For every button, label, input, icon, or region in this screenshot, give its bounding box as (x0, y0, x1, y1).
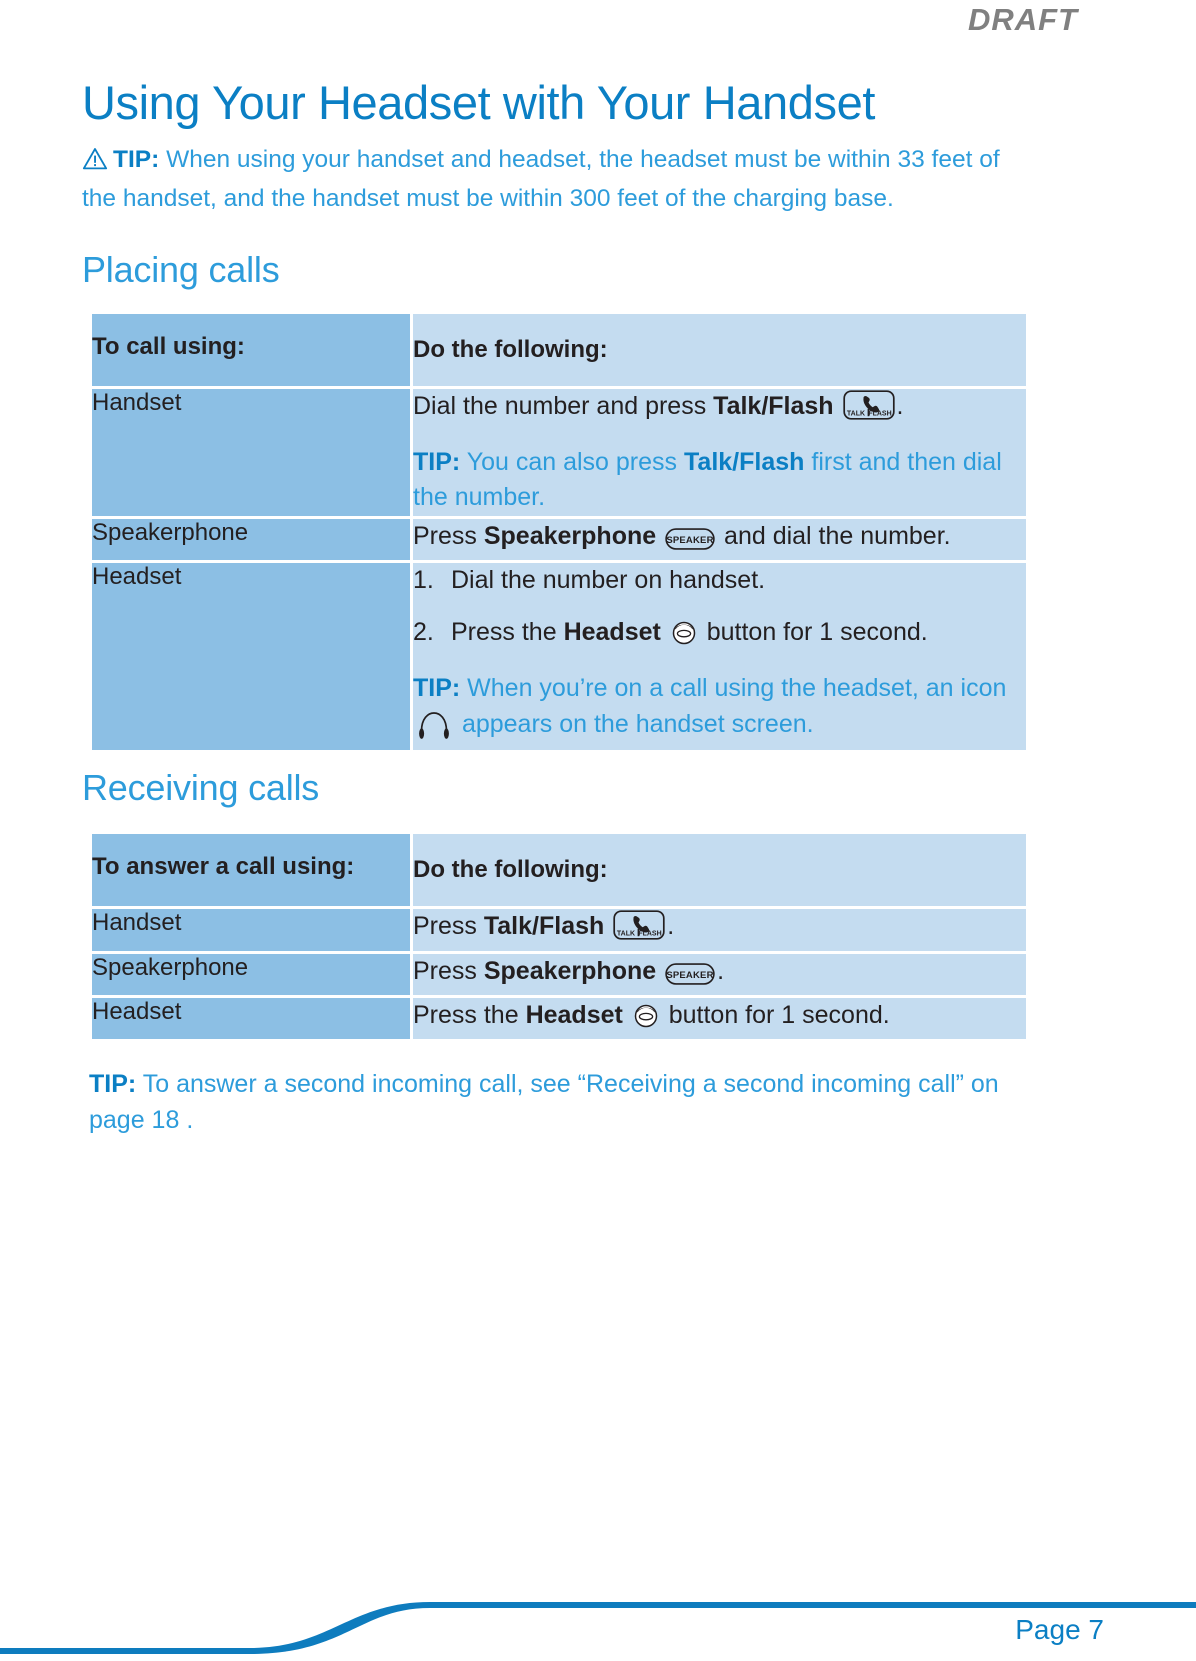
text-fragment: Dial the number and press (413, 392, 714, 421)
svg-text:SPEAKER: SPEAKER (666, 970, 713, 981)
headset-label: Headset (525, 1001, 623, 1030)
talk-flash-label: Talk/Flash (483, 912, 605, 941)
intro-tip: TIP: When using your handset and headset… (82, 143, 1027, 217)
speaker-key-icon: SPEAKER (665, 960, 715, 996)
draft-watermark: DRAFT (967, 2, 1078, 37)
headset-button-icon (671, 620, 697, 656)
text-fragment: Press (413, 521, 484, 550)
instruction-line: Press Talk/Flash TALK FLASH . (413, 909, 1026, 951)
talk-flash-key-icon: TALK FLASH (613, 910, 665, 951)
row-label-speakerphone: Speakerphone (92, 953, 410, 996)
numbered-steps: 1. Dial the number on handset. 2. Press … (413, 563, 1026, 655)
intro-tip-label: TIP: (113, 145, 160, 173)
tip-label: TIP: (413, 447, 461, 476)
text-fragment: Press (413, 912, 484, 941)
bottom-tip: TIP: To answer a second incoming call, s… (89, 1066, 1009, 1139)
text-fragment: Press the (451, 617, 564, 646)
table-header-row: To answer a call using: Do the following… (92, 834, 1026, 907)
step-number: 1. (413, 566, 434, 595)
table-row: Handset Press Talk/Flash TALK FLASH . (92, 909, 1026, 951)
text-fragment: button for 1 second. (661, 1001, 890, 1030)
row-instructions-handset: Dial the number and press Talk/Flash TAL… (413, 389, 1026, 516)
text-fragment: Press (413, 956, 484, 985)
table-row: Handset Dial the number and press Talk/F… (92, 389, 1026, 516)
row-label-headset: Headset (92, 563, 410, 751)
column-header-do-the-following: Do the following: (413, 314, 1026, 387)
text-fragment: . (667, 912, 675, 941)
page-title: Using Your Headset with Your Handset (82, 76, 875, 129)
section-heading-placing-calls: Placing calls (82, 249, 280, 291)
talk-flash-key-icon: TALK FLASH (842, 390, 895, 431)
svg-text:FLASH: FLASH (868, 411, 891, 418)
column-header-to-call-using: To call using: (92, 314, 410, 387)
text-fragment: button for 1 second. (699, 617, 928, 646)
row-label-speakerphone: Speakerphone (92, 518, 410, 561)
text-fragment: You can also press (460, 447, 684, 476)
page-number: Page 7 (1015, 1614, 1104, 1645)
row-instructions-headset: Press the Headset button for 1 second. (413, 998, 1026, 1039)
receiving-calls-table: To answer a call using: Do the following… (89, 831, 1029, 1042)
page-content: Using Your Headset with Your Handset TIP… (82, 76, 1029, 1139)
column-header-to-answer-a-call-using: To answer a call using: (92, 834, 410, 907)
headphone-icon (417, 710, 451, 751)
intro-tip-text: When using your handset and headset, the… (82, 145, 1000, 212)
row-label-headset: Headset (92, 998, 410, 1039)
section-heading-receiving-calls: Receiving calls (82, 767, 320, 809)
text-fragment: When you’re on a call using the headset,… (460, 674, 1007, 703)
headset-button-icon (633, 1003, 659, 1039)
table-row: Speakerphone Press Speakerphone SPEAKER … (92, 518, 1026, 561)
step-number: 2. (413, 617, 434, 646)
text-fragment: Press the (413, 1001, 526, 1030)
svg-text:TALK: TALK (846, 411, 864, 418)
instruction-line: Press the Headset button for 1 second. (413, 998, 1026, 1039)
page-footer: Page 7 (0, 1540, 1196, 1656)
row-label-handset: Handset (92, 909, 410, 951)
instruction-line: Dial the number and press Talk/Flash TAL… (413, 389, 1026, 431)
row-instructions-headset: 1. Dial the number on handset. 2. Press … (413, 563, 1026, 751)
tip-label: TIP: (413, 674, 461, 703)
step-item: 1. Dial the number on handset. (413, 563, 1026, 599)
row-label-handset: Handset (92, 389, 410, 516)
instruction-line: Press Speakerphone SPEAKER and dial the … (413, 519, 1026, 561)
table-row: Headset Press the Headset button for 1 s… (92, 998, 1026, 1039)
instruction-tip: TIP: You can also press Talk/Flash first… (413, 445, 1026, 516)
svg-text:FLASH: FLASH (639, 931, 662, 938)
step-item: 2. Press the Headset button for 1 second… (413, 615, 1026, 656)
instruction-line: Press Speakerphone SPEAKER . (413, 954, 1026, 996)
column-header-do-the-following: Do the following: (413, 834, 1026, 907)
bottom-tip-text: To answer a second incoming call, see “R… (89, 1069, 999, 1135)
instruction-tip: TIP: When you’re on a call using the hea… (413, 671, 1026, 750)
talk-flash-label: Talk/Flash (684, 447, 805, 476)
svg-text:SPEAKER: SPEAKER (666, 535, 713, 546)
talk-flash-label: Talk/Flash (713, 392, 834, 421)
headset-label: Headset (563, 617, 661, 646)
table-header-row: To call using: Do the following: (92, 314, 1026, 387)
row-instructions-speakerphone: Press Speakerphone SPEAKER . (413, 953, 1026, 996)
text-fragment: appears on the handset screen. (455, 709, 814, 738)
row-instructions-handset: Press Talk/Flash TALK FLASH . (413, 909, 1026, 951)
row-instructions-speakerphone: Press Speakerphone SPEAKER and dial the … (413, 518, 1026, 561)
placing-calls-table: To call using: Do the following: Handset… (89, 311, 1029, 753)
warning-triangle-icon (82, 147, 108, 182)
table-row: Headset 1. Dial the number on handset. 2… (92, 563, 1026, 751)
step-text: Dial the number on handset. (451, 566, 766, 595)
bottom-tip-label: TIP: (89, 1069, 137, 1098)
speaker-key-icon: SPEAKER (665, 525, 715, 561)
svg-text:TALK: TALK (617, 931, 635, 938)
table-row: Speakerphone Press Speakerphone SPEAKER … (92, 953, 1026, 996)
text-fragment: and dial the number. (717, 521, 951, 550)
text-fragment: . (896, 392, 904, 421)
text-fragment: . (717, 956, 725, 985)
speakerphone-label: Speakerphone (483, 521, 657, 550)
step-text: Press the Headset button for 1 second. (451, 615, 928, 656)
speakerphone-label: Speakerphone (483, 956, 657, 985)
